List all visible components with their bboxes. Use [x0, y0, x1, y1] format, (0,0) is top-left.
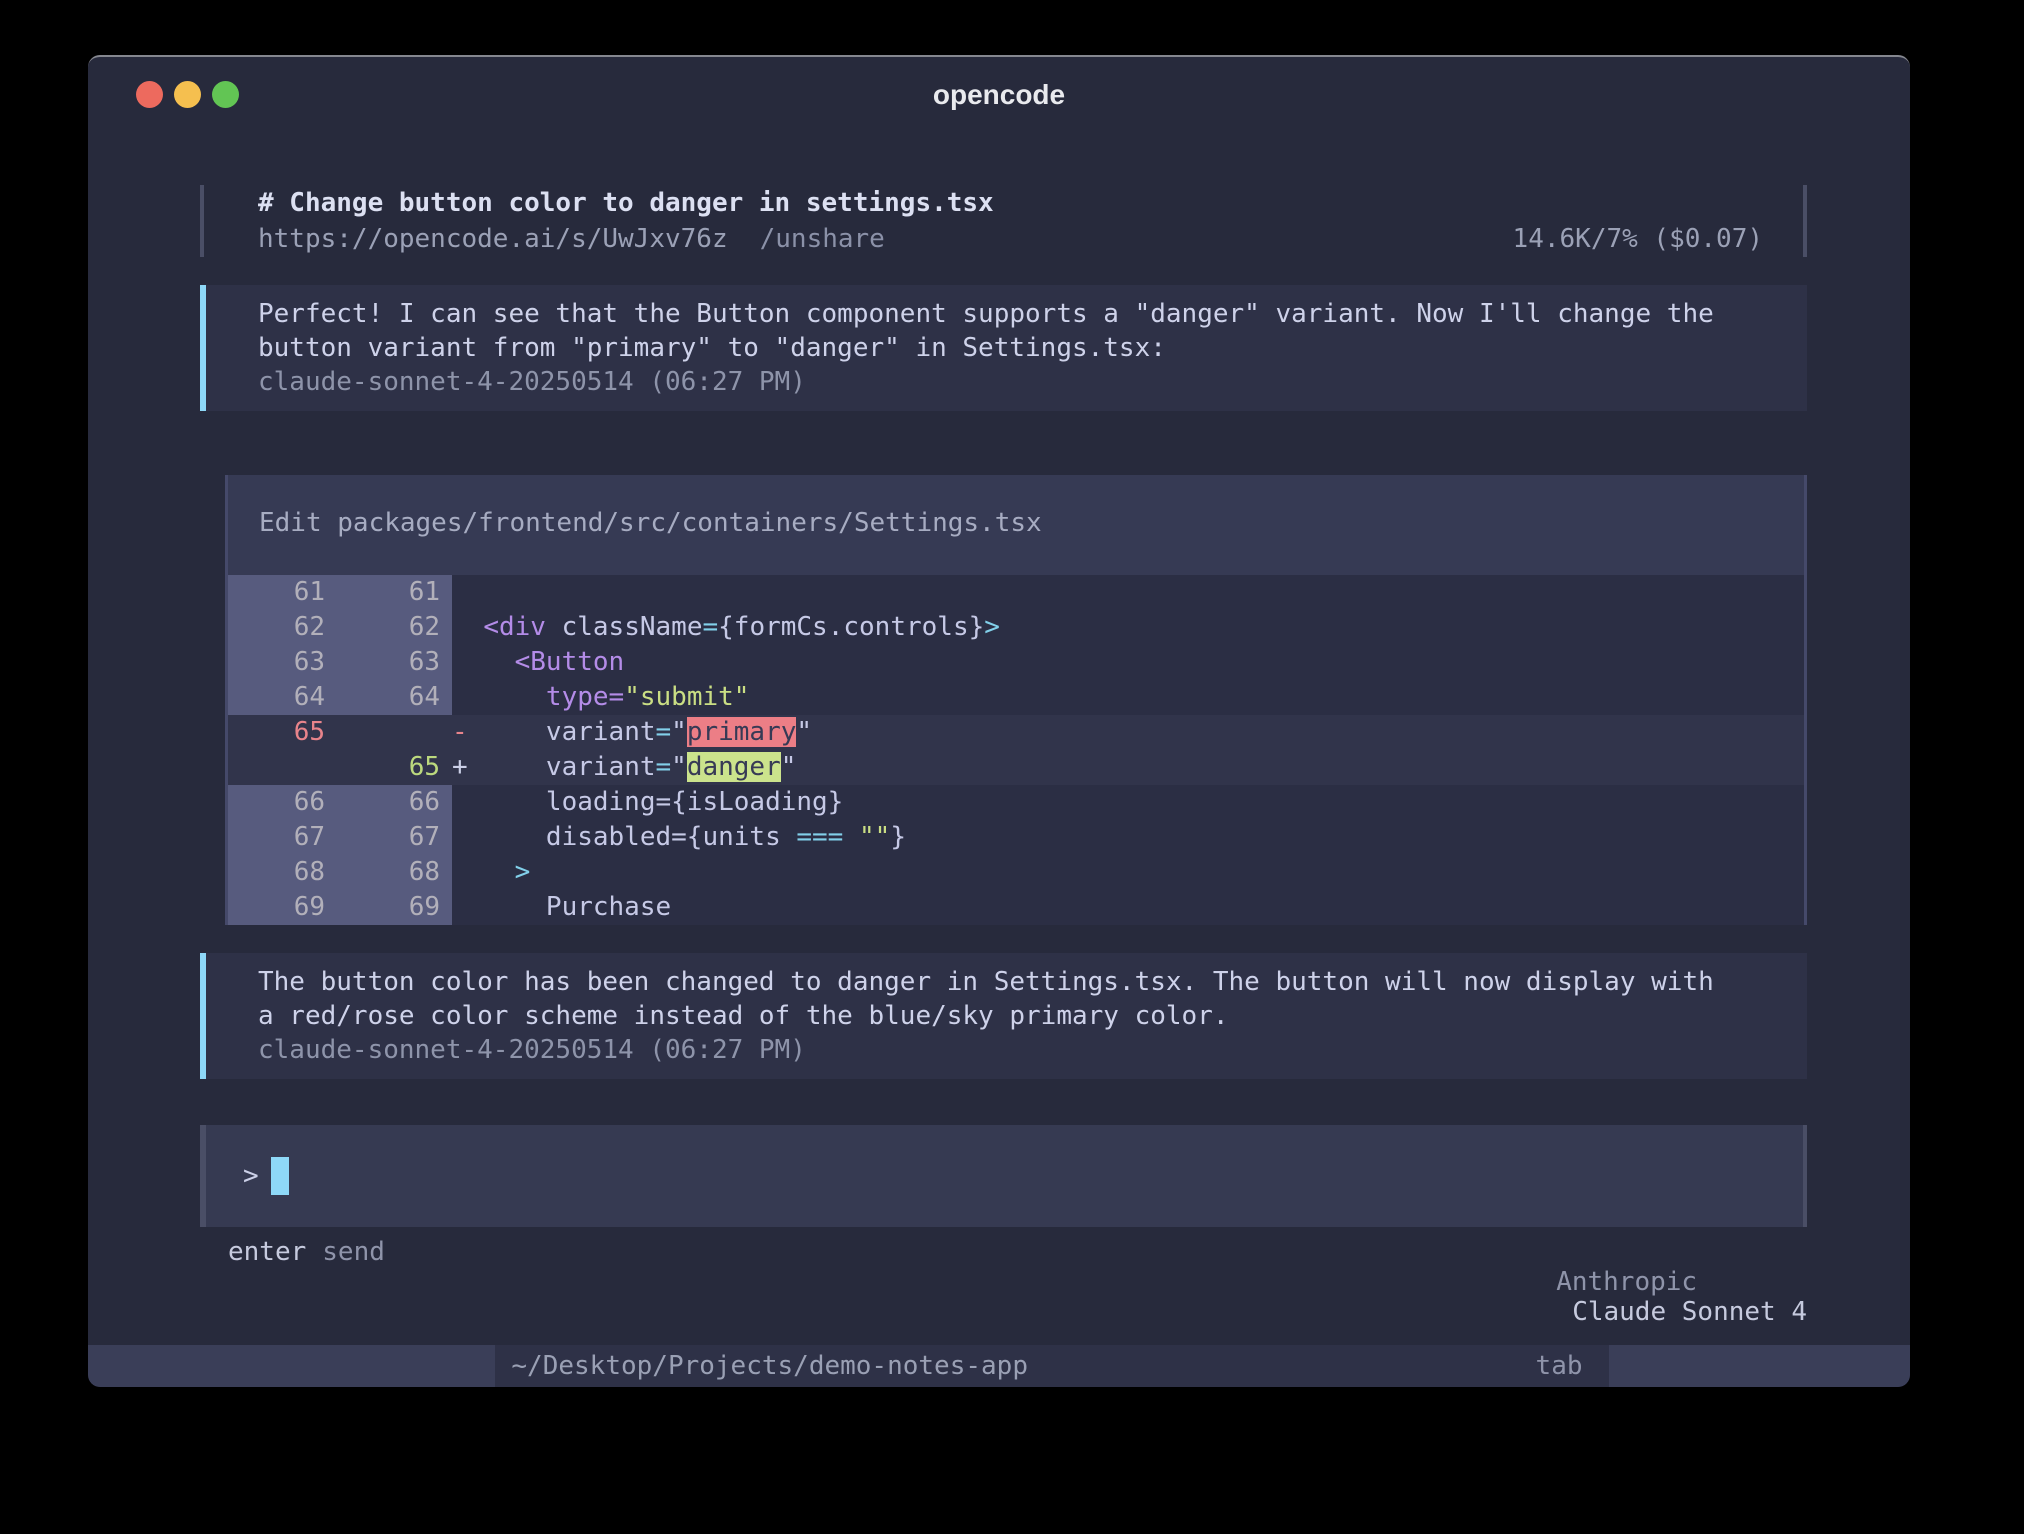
- model-name: Claude Sonnet 4: [1572, 1297, 1807, 1327]
- tab-key-hint: tab: [1536, 1345, 1609, 1387]
- send-action-hint: send: [322, 1237, 385, 1345]
- assistant-message: The button color has been changed to dan…: [200, 953, 1807, 1079]
- input-help-row: enter send Anthropic Claude Sonnet 4: [200, 1237, 1807, 1345]
- message-line: a red/rose color scheme instead of the b…: [258, 999, 1807, 1033]
- diff-row: 6767 disabled={units === ""}: [228, 820, 1804, 855]
- assistant-message: Perfect! I can see that the Button compo…: [200, 285, 1807, 411]
- diff-row: 65+ variant="danger": [228, 750, 1804, 785]
- context-usage-stats: 14.6K/7% ($0.07): [1513, 221, 1803, 257]
- enter-key-hint: enter: [228, 1237, 306, 1345]
- edit-tool-title: Edit packages/frontend/src/containers/Se…: [259, 508, 1804, 538]
- opencode-window: opencode # Change button color to danger…: [88, 55, 1910, 1387]
- diff-rows: 61616262 <div className={formCs.controls…: [228, 575, 1804, 925]
- titlebar: opencode: [88, 57, 1910, 121]
- mode-chip: BUILD MODE: [1609, 1345, 1910, 1387]
- prompt-input[interactable]: >: [200, 1125, 1807, 1227]
- message-model-meta: claude-sonnet-4-20250514 (06:27 PM): [258, 365, 1807, 399]
- edit-tool-header: Edit packages/frontend/src/containers/Se…: [228, 475, 1804, 575]
- app-version-chip: opencode v0.3.11: [88, 1345, 495, 1387]
- session-header: # Change button color to danger in setti…: [200, 185, 1807, 257]
- diff-row: 6868 >: [228, 855, 1804, 890]
- working-directory: ~/Desktop/Projects/demo-notes-app: [511, 1345, 1028, 1387]
- diff-row: 6262 <div className={formCs.controls}>: [228, 610, 1804, 645]
- diff-row: 65- variant="primary": [228, 715, 1804, 750]
- diff-row: 6464 type="submit": [228, 680, 1804, 715]
- model-provider: Anthropic: [1556, 1267, 1697, 1297]
- unshare-command[interactable]: /unshare: [760, 221, 885, 257]
- message-line: Perfect! I can see that the Button compo…: [258, 297, 1807, 331]
- prompt-symbol: >: [243, 1161, 259, 1191]
- diff-row: 6161: [228, 575, 1804, 610]
- diff-row: 6363 <Button: [228, 645, 1804, 680]
- diff-view: 61616262 <div className={formCs.controls…: [228, 575, 1804, 925]
- message-line: button variant from "primary" to "danger…: [258, 331, 1807, 365]
- text-cursor: [271, 1157, 289, 1195]
- edit-tool-block: Edit packages/frontend/src/containers/Se…: [225, 475, 1807, 925]
- session-title: # Change button color to danger in setti…: [258, 185, 1803, 221]
- share-url-link[interactable]: https://opencode.ai/s/UwJxv76z: [258, 221, 728, 257]
- window-title: opencode: [88, 79, 1910, 111]
- main-content: # Change button color to danger in setti…: [88, 121, 1910, 1345]
- message-model-meta: claude-sonnet-4-20250514 (06:27 PM): [258, 1033, 1807, 1067]
- diff-row: 6666 loading={isLoading}: [228, 785, 1804, 820]
- status-bar: opencode v0.3.11 ~/Desktop/Projects/demo…: [88, 1345, 1910, 1387]
- message-line: The button color has been changed to dan…: [258, 965, 1807, 999]
- diff-row: 6969 Purchase: [228, 890, 1804, 925]
